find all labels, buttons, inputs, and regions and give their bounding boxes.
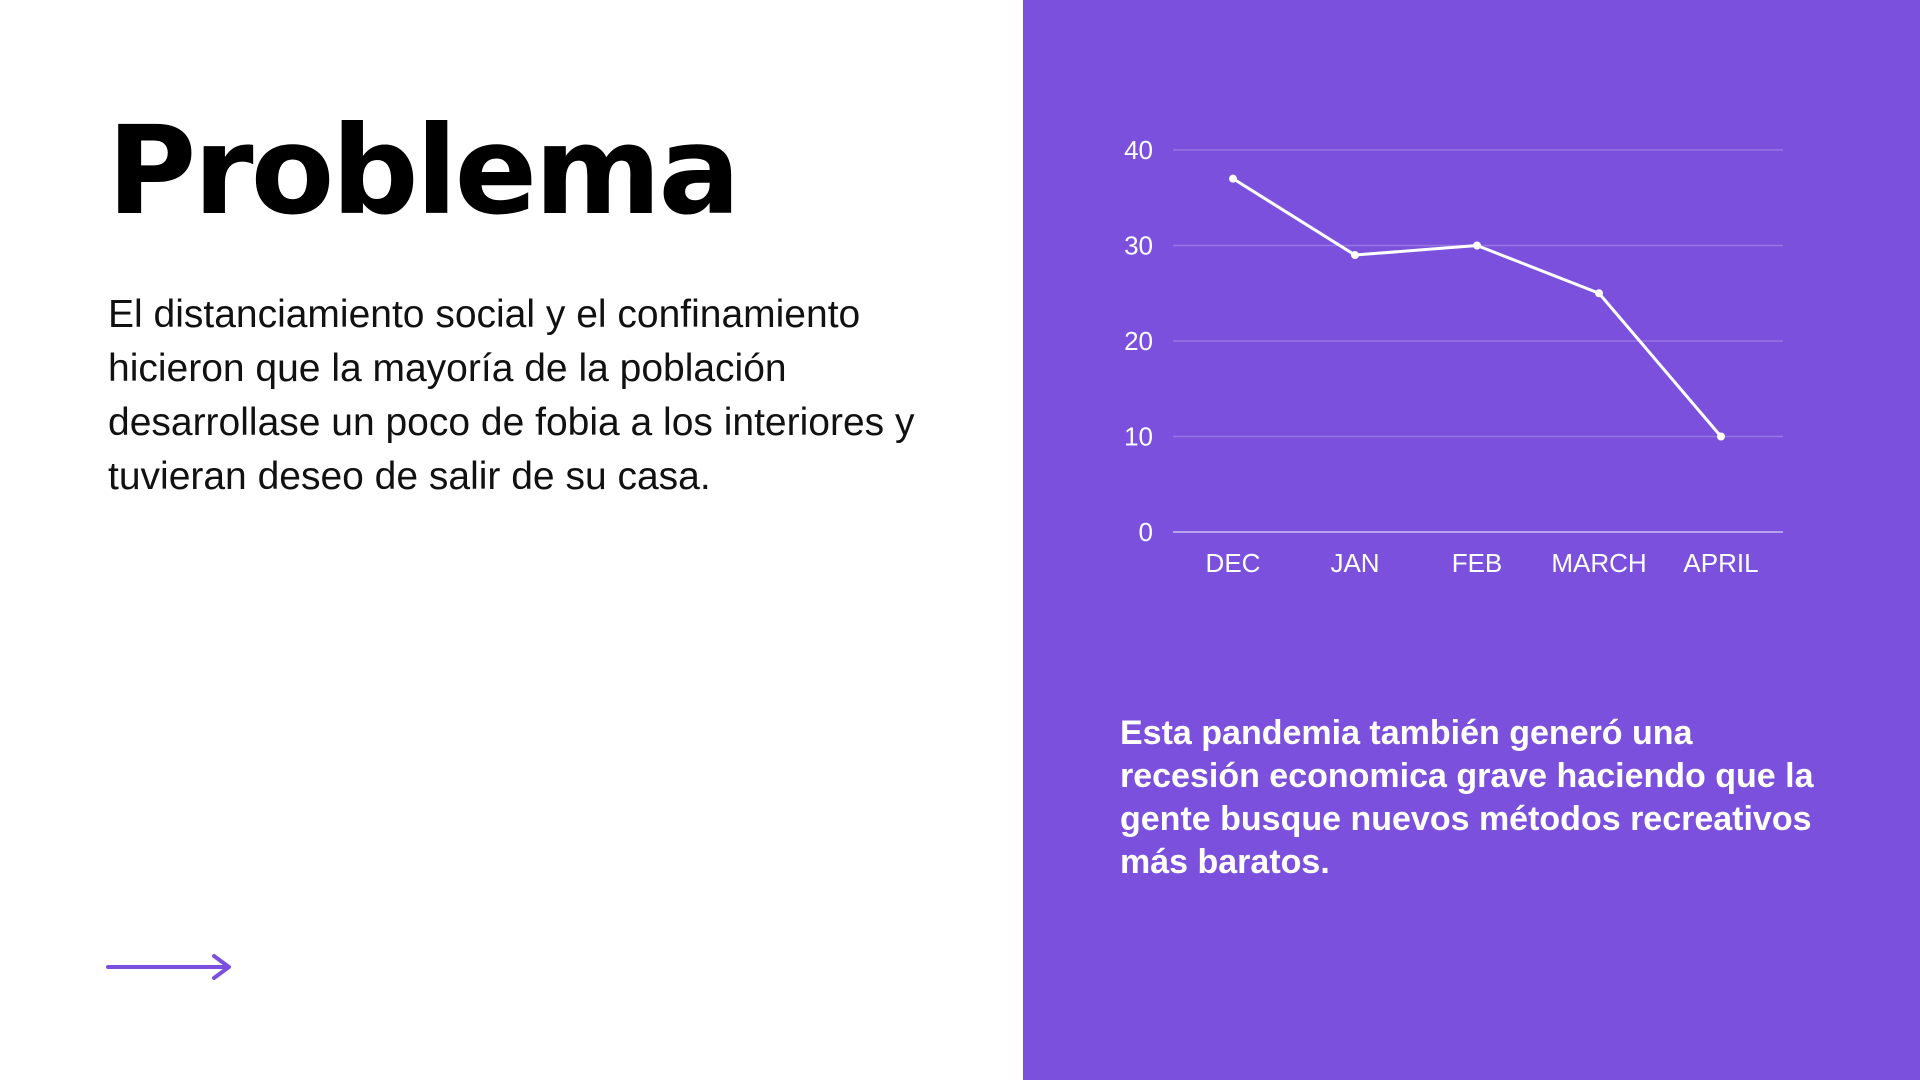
y-axis-ticks: 0 10 20 30 40 [1124,135,1153,547]
slide-title: Problema [107,100,741,242]
y-tick-label: 40 [1124,135,1153,165]
arrow-right-icon[interactable] [106,952,234,982]
data-point [1229,174,1237,183]
series-line [1232,177,1723,438]
line-chart: 0 10 20 30 40 DEC JAN FEB MARCH APRIL [1124,135,1783,578]
data-point [1717,432,1725,441]
chart-series [1229,174,1725,441]
slide-body-text: El distanciamiento social y el confinami… [108,293,915,498]
y-tick-label: 20 [1124,326,1153,356]
x-tick-label: MARCH [1551,548,1646,578]
x-axis-ticks: DEC JAN FEB MARCH APRIL [1206,548,1759,578]
data-point [1473,241,1481,250]
x-tick-label: DEC [1206,548,1261,578]
x-tick-label: JAN [1330,548,1379,578]
x-tick-label: FEB [1452,548,1503,578]
y-tick-label: 10 [1124,422,1153,452]
y-tick-label: 30 [1124,231,1153,261]
content-panel: Problema El distanciamiento social y el … [0,0,1023,1080]
callout-text: Esta pandemia también generó una recesió… [1120,714,1814,881]
data-point [1351,251,1359,260]
x-tick-label: APRIL [1683,548,1758,578]
data-point [1595,289,1603,298]
y-tick-label: 0 [1139,517,1153,547]
chart-grid [1173,149,1783,533]
